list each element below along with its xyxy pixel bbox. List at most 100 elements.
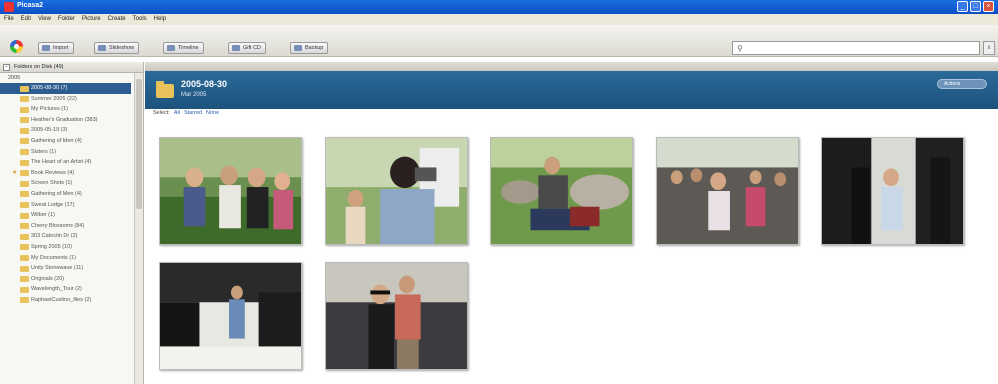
menu-view[interactable]: View (38, 14, 51, 25)
picasa-app-icon (4, 2, 14, 12)
sidebar-folder-item[interactable]: Summer 2005 (22) (0, 94, 143, 105)
sidebar-folder-label: Wilber (1) (31, 212, 55, 219)
slideshow-icon (98, 45, 106, 51)
sidebar-folder-item[interactable]: Gathering of Men (4) (0, 189, 143, 200)
sidebar-folder-item[interactable]: 2005-05-19 (3) (0, 125, 143, 136)
slideshow-button[interactable]: Slideshow (94, 42, 140, 54)
sidebar-folder-label: The Heart of an Artist (4) (31, 159, 92, 166)
sidebar-folder-item[interactable]: My Documents (1) (0, 253, 143, 264)
sidebar-folder-label: 2005-08-30 (7) (31, 85, 68, 91)
sidebar-folder-item[interactable]: Spring 2005 (10) (0, 242, 143, 253)
sidebar-folder-label: 303 Catoctin Dr (2) (31, 233, 78, 240)
sidebar-folder-label: My Pictures (1) (31, 106, 68, 113)
close-icon[interactable]: × (983, 1, 994, 12)
timeline-button[interactable]: Timeline (163, 42, 204, 54)
sidebar-folder-item[interactable]: Wilber (1) (0, 210, 143, 221)
import-button-label: Import (53, 45, 69, 51)
gift-cd-button-label: Gift CD (243, 45, 262, 51)
star-icon: ★ (12, 169, 18, 176)
folder-icon (20, 255, 29, 261)
photo-woman-camcorder[interactable] (325, 137, 468, 245)
menu-folder[interactable]: Folder (58, 14, 75, 25)
menu-help[interactable]: Help (154, 14, 166, 25)
sidebar-folder-label: Summer 2005 (22) (31, 95, 77, 102)
menu-edit[interactable]: Edit (21, 14, 31, 25)
menu-file[interactable]: File (4, 14, 14, 25)
search-icon: ⚲ (737, 44, 743, 53)
photo-crowd-outdoors[interactable] (656, 137, 799, 245)
sidebar-folder-item[interactable]: Sisters (1) (0, 147, 143, 158)
thumbnail-grid (145, 62, 998, 384)
sidebar-folder-item[interactable]: Unity Stonewave (11) (0, 263, 143, 274)
sidebar-scrollbar[interactable] (134, 73, 143, 384)
timeline-icon (167, 45, 175, 51)
timeline-button-label: Timeline (178, 45, 199, 51)
sidebar-folder-item[interactable]: Cherry Blossoms (84) (0, 221, 143, 232)
sidebar-folder-label: Screen Shots (1) (31, 180, 73, 187)
import-icon (42, 45, 50, 51)
photo-graduate-with-father[interactable] (325, 262, 468, 370)
menu-bar: File Edit View Folder Picture Create Too… (0, 14, 998, 25)
photo-graduates-gowns[interactable] (821, 137, 964, 245)
picasa-logo-icon (10, 40, 23, 53)
menu-tools[interactable]: Tools (133, 14, 147, 25)
sidebar-folder-label: RaphaelCustino_files (2) (31, 296, 92, 303)
search-clear-button[interactable]: x (983, 41, 995, 55)
folder-icon (20, 202, 29, 209)
search-input[interactable]: ⚲ (732, 41, 980, 55)
gift-cd-icon (232, 45, 240, 51)
sidebar-folder-item[interactable]: 2005-08-30 (7) (0, 83, 131, 94)
sidebar-folder-item[interactable]: Sweat Lodge (17) (0, 200, 143, 211)
window-controls: _ □ × (957, 1, 994, 12)
folder-icon (20, 233, 29, 240)
folder-icon (20, 297, 29, 304)
sidebar-folder-item[interactable]: Originals (20) (0, 274, 143, 285)
sidebar-folder-item[interactable]: The Heart of an Artist (4) (0, 157, 143, 168)
sidebar-folder-label: Cherry Blossoms (84) (31, 222, 85, 229)
sidebar-folder-item[interactable]: Wavelength_Tour (2) (0, 284, 143, 295)
sidebar-folder-label: Originals (20) (31, 275, 65, 282)
toolbar: Import Slideshow Timeline Gift CD Backup… (0, 25, 998, 57)
backup-button[interactable]: Backup (290, 42, 329, 54)
backup-button-label: Backup (305, 45, 324, 51)
sidebar-folder-label: My Documents (1) (31, 254, 76, 261)
photo-man-seated-rocks[interactable] (490, 137, 633, 245)
sidebar-folder-label: Unity Stonewave (11) (31, 265, 84, 272)
collapse-icon[interactable]: - (3, 64, 10, 71)
minimize-icon[interactable]: _ (957, 1, 968, 12)
sidebar-scroll-thumb[interactable] (136, 79, 142, 209)
menu-picture[interactable]: Picture (82, 14, 101, 25)
photo-group-women[interactable] (159, 137, 302, 245)
sidebar-folder-item[interactable]: Gathering of Men (4) (0, 136, 143, 147)
folder-icon (20, 286, 29, 293)
sidebar-folder-item[interactable]: Heather's Graduation (383) (0, 115, 143, 126)
sidebar-folder-item[interactable]: RaphaelCustino_files (2) (0, 295, 143, 306)
gift-cd-button[interactable]: Gift CD (228, 42, 267, 54)
sidebar-folder-item[interactable]: My Pictures (1) (0, 104, 143, 115)
folder-icon (20, 212, 29, 219)
maximize-icon[interactable]: □ (970, 1, 981, 12)
folder-icon (20, 138, 29, 145)
folder-icon (20, 223, 29, 230)
sidebar-folder-label: Heather's Graduation (383) (31, 116, 98, 123)
folder-icon (20, 265, 29, 272)
folder-icon (20, 149, 29, 156)
folder-icon (20, 117, 29, 124)
folder-icon (20, 191, 29, 198)
folder-icon (20, 170, 29, 177)
sidebar-folder-label: Sweat Lodge (17) (31, 201, 75, 208)
menu-create[interactable]: Create (108, 14, 126, 25)
sidebar-folder-item[interactable]: Screen Shots (1) (0, 178, 143, 189)
folder-icon (20, 180, 29, 187)
sidebar-folder-label: Book Reviews (4) (31, 169, 75, 176)
folder-icon (20, 244, 29, 251)
sidebar-folder-item[interactable]: ★ Book Reviews (4) (0, 168, 143, 179)
import-button[interactable]: Import (38, 42, 74, 54)
photo-graduation-line[interactable] (159, 262, 302, 370)
folder-icon (20, 276, 29, 283)
folder-icon (20, 159, 29, 166)
photo-library-pane: 2005-08-30 Mar 2005 Actions Select: All … (145, 62, 998, 384)
folders-header[interactable]: - Folders on Disk (49) (0, 62, 143, 73)
folder-icon (20, 85, 29, 92)
sidebar-folder-item[interactable]: 303 Catoctin Dr (2) (0, 231, 143, 242)
